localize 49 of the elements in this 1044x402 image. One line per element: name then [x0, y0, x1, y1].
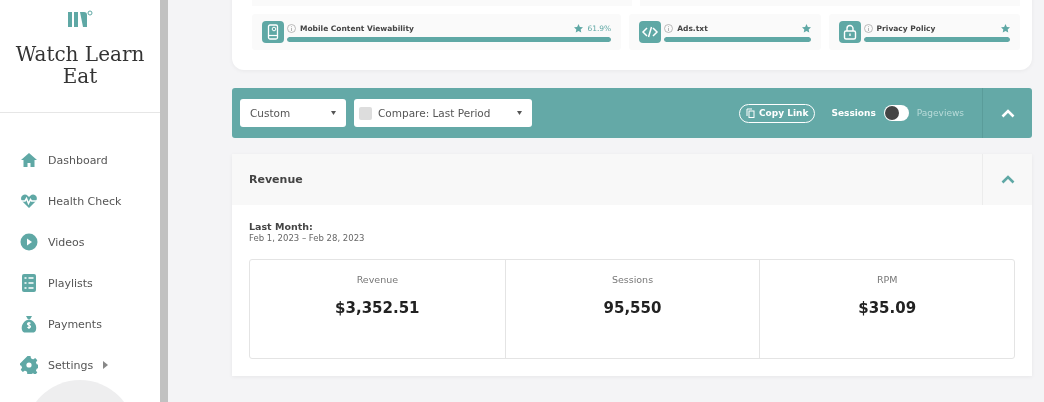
- home-icon: [20, 151, 38, 169]
- star-icon: [1001, 24, 1010, 33]
- chevron-up-icon: [1000, 175, 1015, 184]
- info-icon[interactable]: [664, 24, 674, 33]
- range-dropdown[interactable]: Custom: [240, 99, 346, 127]
- compare-checkbox[interactable]: [359, 106, 372, 120]
- caret-down-icon: [517, 111, 522, 115]
- compare-dropdown[interactable]: Compare: Last Period: [354, 99, 532, 127]
- logo-icon: [67, 10, 93, 28]
- phone-icon: [262, 21, 284, 43]
- stat-label: Sessions: [611, 274, 654, 285]
- caret-right-icon: [103, 361, 109, 369]
- period-dates: Feb 1, 2023 – Feb 28, 2023: [249, 233, 366, 243]
- nav-item[interactable]: Videos: [20, 232, 85, 252]
- chevron-up-icon: [1000, 108, 1015, 118]
- heartbeat-icon: [20, 192, 38, 210]
- code-icon: [639, 21, 662, 43]
- checklist-icon: [20, 274, 38, 292]
- copy-icon: [746, 108, 755, 118]
- stat-value: 95,550: [603, 299, 662, 317]
- nav-item[interactable]: Payments: [20, 314, 102, 334]
- nav-label: Payments: [48, 317, 102, 331]
- star-icon: [574, 24, 584, 33]
- money-bag-icon: [20, 315, 38, 333]
- brand-name: Watch Learn Eat: [14, 43, 146, 87]
- nav-label: Settings: [48, 358, 94, 372]
- info-icon[interactable]: [287, 24, 296, 33]
- star-icon: [801, 24, 811, 33]
- play-icon: [20, 233, 38, 251]
- settings-icon: [20, 356, 38, 374]
- stat-label: RPM: [876, 274, 898, 285]
- metric-toggle[interactable]: [883, 105, 909, 121]
- nav-label: Dashboard: [48, 153, 108, 167]
- nav-item[interactable]: Dashboard: [20, 150, 108, 170]
- period-label: Last Month:: [249, 221, 314, 232]
- nav-item[interactable]: Settings: [20, 355, 109, 375]
- scrollbar[interactable]: [160, 0, 168, 402]
- lock-icon: [838, 21, 861, 43]
- stat-value: $3,352.51: [335, 299, 420, 317]
- stat-label: Revenue: [356, 274, 398, 285]
- card-title: Revenue: [249, 173, 304, 186]
- nav-item[interactable]: Health Check: [20, 191, 122, 211]
- caret-down-icon: [331, 111, 336, 115]
- nav-item[interactable]: Playlists: [20, 273, 93, 293]
- nav-label: Health Check: [48, 194, 122, 208]
- info-icon[interactable]: [863, 24, 873, 33]
- nav-label: Playlists: [48, 276, 93, 290]
- stat-value: $35.09: [858, 299, 917, 317]
- nav-label: Videos: [48, 235, 85, 249]
